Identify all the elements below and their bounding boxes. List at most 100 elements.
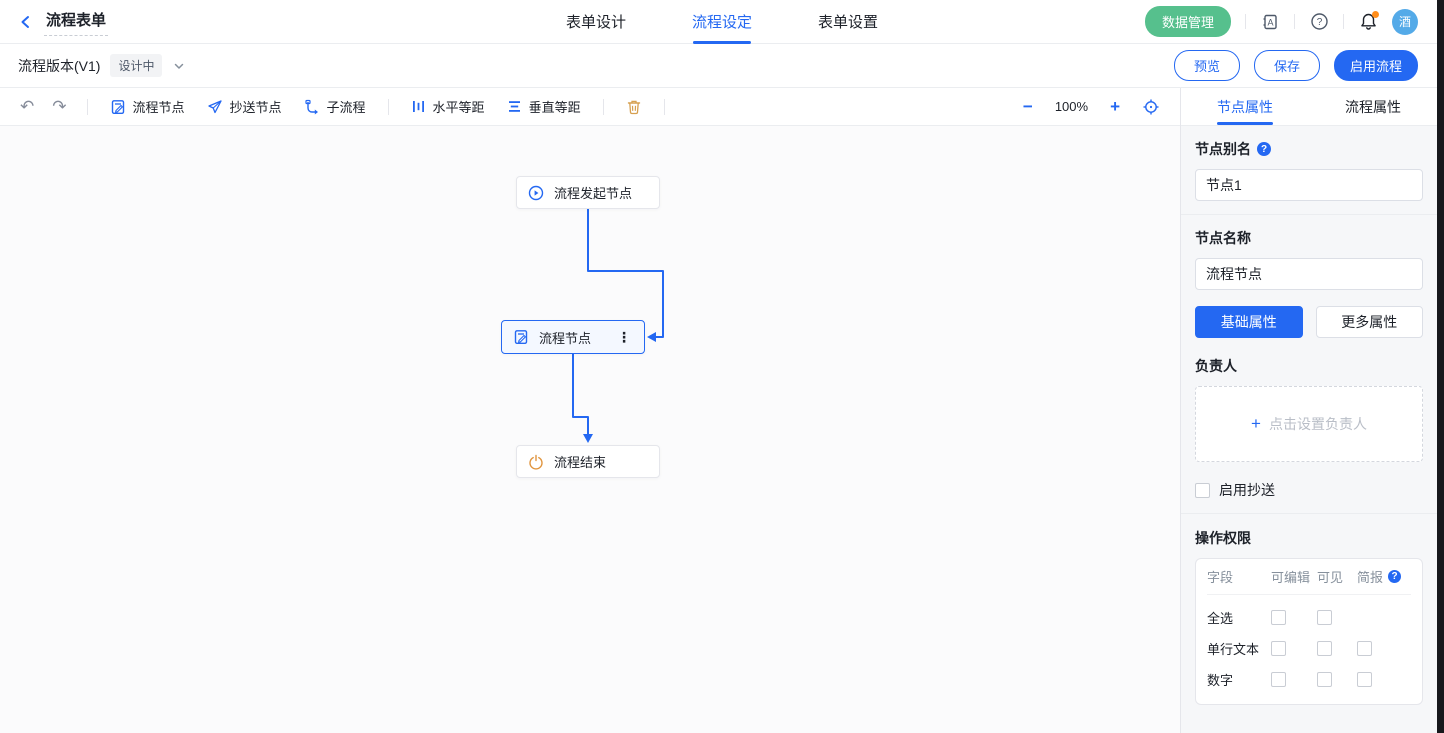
toolbar-label: 抄送节点 — [230, 97, 282, 116]
back-chevron-icon[interactable] — [18, 14, 34, 30]
doc-edit-icon — [513, 329, 529, 345]
panel-tabs: 节点属性 流程属性 — [1181, 88, 1437, 126]
svg-text:A: A — [1267, 17, 1273, 27]
tab-form-setting[interactable]: 表单设置 — [818, 0, 878, 44]
col-brief: 简报 — [1357, 567, 1383, 586]
page-title: 流程表单 — [44, 7, 108, 36]
owner-label: 负责人 — [1195, 356, 1237, 376]
plus-icon: + — [1251, 414, 1261, 434]
table-row: 全选 — [1207, 605, 1411, 630]
back-nav[interactable]: 流程表单 — [18, 7, 108, 36]
tab-flow-setting[interactable]: 流程设定 — [692, 0, 752, 44]
text-visible-checkbox[interactable] — [1317, 641, 1332, 656]
node-label: 流程发起节点 — [554, 183, 632, 202]
text-editable-checkbox[interactable] — [1271, 641, 1286, 656]
notification-dot — [1372, 11, 1379, 18]
horizontal-spacing-icon — [411, 99, 426, 114]
contacts-icon[interactable]: A — [1260, 12, 1280, 32]
divider — [388, 99, 389, 115]
set-owner-button[interactable]: + 点击设置负责人 — [1195, 386, 1423, 462]
undo-icon[interactable]: ↶ — [16, 98, 38, 115]
toolbar-label: 子流程 — [327, 97, 366, 116]
canvas-toolbar: ↶ ↷ 流程节点 抄送节点 子流程 — [0, 88, 1180, 126]
locate-center-icon[interactable] — [1142, 98, 1160, 116]
enable-cc-checkbox[interactable] — [1195, 483, 1210, 498]
header-tabs: 表单设计 流程设定 表单设置 — [566, 0, 878, 44]
subflow-branch-icon — [304, 99, 320, 115]
paper-plane-icon — [207, 99, 223, 115]
notification-bell-icon[interactable] — [1358, 12, 1378, 32]
divider — [603, 99, 604, 115]
add-subflow-button[interactable]: 子流程 — [298, 93, 372, 120]
divider — [1245, 14, 1246, 29]
preview-button[interactable]: 预览 — [1174, 50, 1240, 81]
play-circle-icon — [528, 185, 544, 201]
alias-help-icon[interactable]: ? — [1257, 142, 1271, 156]
node-flow-step[interactable]: 流程节点 ⋮ — [501, 320, 645, 354]
brief-help-icon[interactable]: ? — [1388, 570, 1401, 583]
divider — [664, 99, 665, 115]
row-label: 全选 — [1207, 608, 1233, 627]
status-badge: 设计中 — [110, 54, 162, 77]
flow-canvas[interactable]: 流程发起节点 流程节点 ⋮ 流程结束 — [0, 126, 1180, 733]
svg-text:?: ? — [1316, 17, 1322, 28]
number-visible-checkbox[interactable] — [1317, 672, 1332, 687]
horizontal-spacing-button[interactable]: 水平等距 — [405, 93, 491, 120]
select-all-editable-checkbox[interactable] — [1271, 610, 1286, 625]
permissions-header-row: 字段 可编辑 可见 简报 ? — [1207, 559, 1411, 595]
trash-icon[interactable] — [620, 99, 648, 115]
number-editable-checkbox[interactable] — [1271, 672, 1286, 687]
toolbar-label: 水平等距 — [433, 97, 485, 116]
text-brief-checkbox[interactable] — [1357, 641, 1372, 656]
divider — [1343, 14, 1344, 29]
tab-flow-properties[interactable]: 流程属性 — [1309, 88, 1437, 125]
version-label: 流程版本(V1) — [18, 56, 100, 76]
col-visible: 可见 — [1317, 567, 1343, 586]
node-alias-label: 节点别名 — [1195, 139, 1251, 159]
add-cc-node-button[interactable]: 抄送节点 — [201, 93, 288, 120]
properties-panel: 节点属性 流程属性 节点别名 ? 节点名称 基础属性 更多属性 负责人 + — [1180, 88, 1437, 733]
col-editable: 可编辑 — [1271, 567, 1310, 586]
node-more-icon[interactable]: ⋮ — [615, 329, 633, 346]
node-flow-start[interactable]: 流程发起节点 — [516, 176, 660, 209]
divider — [1181, 513, 1437, 514]
doc-edit-icon — [110, 99, 126, 115]
select-all-visible-checkbox[interactable] — [1317, 610, 1332, 625]
redo-icon[interactable]: ↷ — [48, 98, 70, 115]
tab-form-design[interactable]: 表单设计 — [566, 0, 626, 44]
row-label: 单行文本 — [1207, 639, 1259, 658]
node-name-label: 节点名称 — [1195, 228, 1251, 248]
number-brief-checkbox[interactable] — [1357, 672, 1372, 687]
node-alias-input[interactable] — [1195, 169, 1423, 201]
zoom-in-button[interactable]: + — [1110, 98, 1120, 115]
node-label: 流程结束 — [554, 452, 606, 471]
chevron-down-icon[interactable] — [172, 59, 186, 73]
node-flow-end[interactable]: 流程结束 — [516, 445, 660, 478]
owner-placeholder: 点击设置负责人 — [1269, 414, 1367, 434]
vertical-spacing-icon — [507, 99, 522, 114]
more-attrs-button[interactable]: 更多属性 — [1316, 306, 1424, 338]
permissions-table: 字段 可编辑 可见 简报 ? 全选 单行 — [1195, 558, 1423, 705]
toolbar-label: 垂直等距 — [529, 97, 581, 116]
table-row: 数字 — [1207, 667, 1411, 692]
divider — [87, 99, 88, 115]
help-icon[interactable]: ? — [1309, 12, 1329, 32]
tab-node-properties[interactable]: 节点属性 — [1181, 88, 1309, 125]
top-header: 流程表单 表单设计 流程设定 表单设置 数据管理 A ? — [0, 0, 1444, 44]
table-row: 单行文本 — [1207, 636, 1411, 661]
basic-attrs-button[interactable]: 基础属性 — [1195, 306, 1303, 338]
node-name-input[interactable] — [1195, 258, 1423, 290]
save-button[interactable]: 保存 — [1254, 50, 1320, 81]
zoom-out-button[interactable]: − — [1023, 98, 1033, 115]
zoom-level: 100% — [1055, 99, 1088, 114]
avatar[interactable]: 酒 — [1392, 9, 1418, 35]
enable-flow-button[interactable]: 启用流程 — [1334, 50, 1418, 81]
add-flow-node-button[interactable]: 流程节点 — [104, 93, 191, 120]
toolbar-label: 流程节点 — [133, 97, 185, 116]
data-manage-button[interactable]: 数据管理 — [1145, 6, 1231, 37]
window-scrollbar[interactable] — [1437, 0, 1444, 733]
power-icon — [528, 454, 544, 470]
version-bar: 流程版本(V1) 设计中 预览 保存 启用流程 — [0, 44, 1444, 88]
vertical-spacing-button[interactable]: 垂直等距 — [501, 93, 587, 120]
node-label: 流程节点 — [539, 328, 591, 347]
